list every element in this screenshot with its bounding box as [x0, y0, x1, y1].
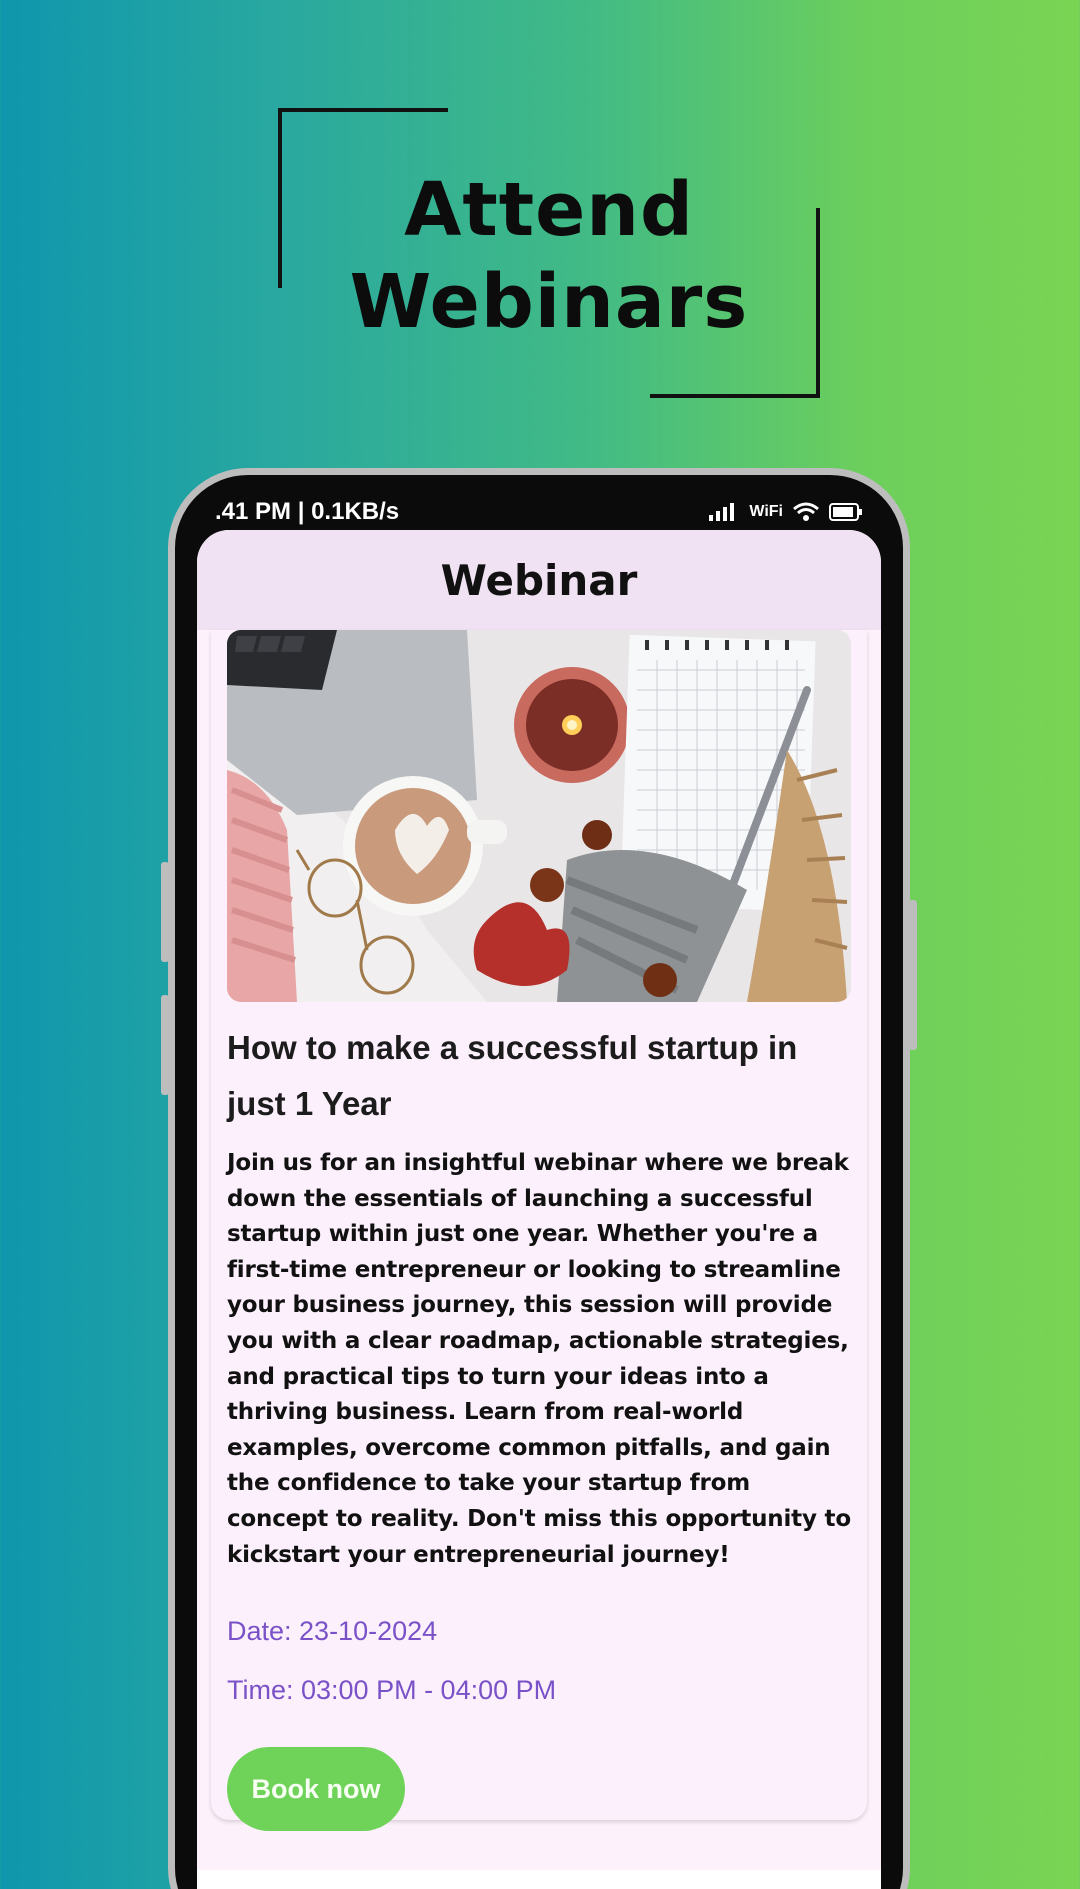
wifi-icon [793, 502, 819, 521]
app-header: Webinar [197, 530, 881, 630]
webinar-description: Join us for an insightful webinar where … [227, 1150, 851, 1568]
webinar-date: Date: 23-10-2024 [227, 1616, 438, 1646]
status-icons: WiFi [709, 502, 863, 522]
app-screen: Webinar How to make a successful startup… [197, 530, 881, 1889]
hero-title: Attend Webinars [278, 164, 820, 348]
phone-mockup: .41 PM | 0.1KB/s WiFi Webinar How to mak… [168, 468, 910, 1889]
page-title: Webinar [440, 555, 638, 605]
book-now-button[interactable]: Book now [227, 1747, 405, 1831]
hero-frame: Attend Webinars [278, 108, 820, 398]
status-time: .41 PM | 0.1KB/s [215, 498, 400, 525]
phone-power-button [909, 900, 917, 1050]
webinar-image [227, 630, 851, 1002]
hero-title-line2: Webinars [349, 259, 749, 345]
battery-icon [829, 503, 862, 521]
signal-icon [709, 503, 735, 521]
network-label: WiFi [749, 503, 783, 520]
webinar-title: How to make a successful startup in just… [227, 1029, 798, 1122]
status-bar: .41 PM | 0.1KB/s WiFi [215, 495, 863, 529]
webinar-card[interactable]: How to make a successful startup in just… [211, 630, 867, 1831]
hero-title-line1: Attend [404, 167, 694, 253]
bottom-nav [197, 1870, 881, 1889]
webinar-time: Time: 03:00 PM - 04:00 PM [227, 1675, 557, 1705]
webinar-photo [227, 630, 851, 1002]
